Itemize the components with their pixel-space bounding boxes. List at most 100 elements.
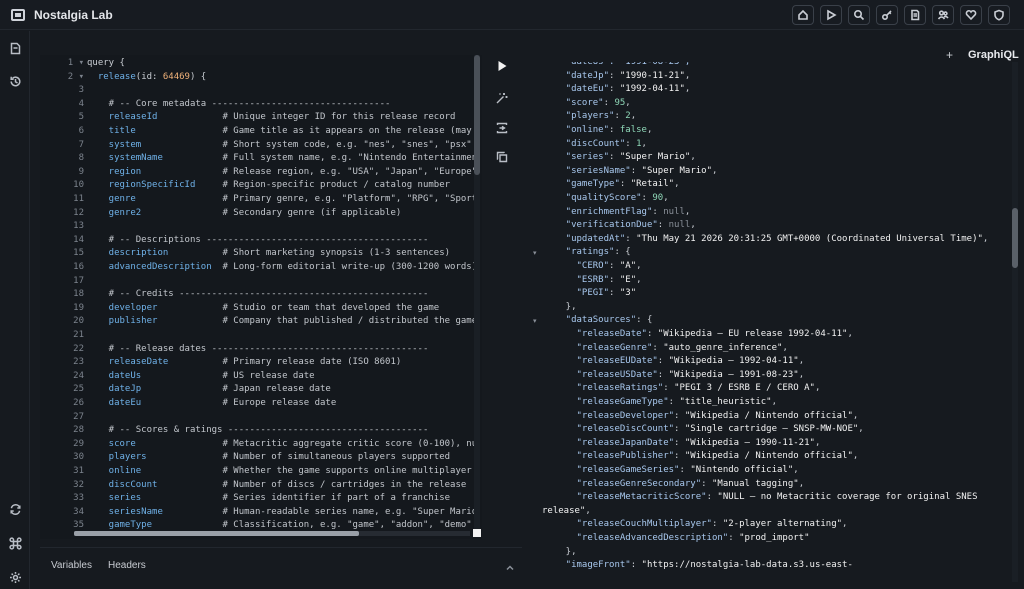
result-token: : [641,193,653,203]
result-token: false [619,125,647,135]
code-token: # Release region, e.g. "USA", "Japan", "… [222,166,478,177]
result-token: "title_heuristic" [679,397,772,407]
code-line[interactable]: genre # Primary genre, e.g. "Platform", … [87,193,477,207]
results-vertical-scrollbar[interactable] [1012,62,1018,582]
tab-headers[interactable]: Headers [108,560,146,571]
graphiql-logo-text: GraphiQL [968,49,1019,61]
line-number: 25 [73,384,84,395]
result-line: "CERO": "A", [544,260,642,274]
code-line[interactable]: developer # Studio or team that develope… [87,302,440,316]
code-line[interactable]: # -- Release dates ---------------------… [87,343,429,357]
code-line[interactable]: description # Short marketing synopsis (… [87,247,450,261]
result-token: "dateJp" [544,70,610,81]
code-line[interactable]: discCount # Number of discs / cartridges… [87,479,467,493]
code-line[interactable]: seriesName # Human-readable series name,… [87,506,477,520]
code-line[interactable]: # -- Scores & ratings ------------------… [87,424,429,438]
home-icon[interactable] [792,5,814,25]
copy-icon[interactable] [495,150,511,166]
heart-icon[interactable] [960,5,982,25]
result-token: : [652,342,664,353]
copy-to-clipboard-icon[interactable] [495,121,511,137]
play-icon[interactable] [820,5,842,25]
result-token: "Wikipedia — 1990-11-21" [684,437,815,448]
line-number: 4 [78,98,84,109]
editor-vertical-scroll-thumb[interactable] [474,55,480,175]
code-token: gameType [87,520,223,531]
line-number: 19 [73,302,84,313]
refresh-icon[interactable] [9,503,22,516]
line-number: 8 [78,153,84,164]
code-line[interactable]: systemName # Full system name, e.g. "Nin… [87,152,477,166]
result-token: "releasePublisher" [544,451,675,462]
result-line: "PEGI": "3" [544,287,637,301]
history-icon[interactable] [9,75,22,88]
result-token: "auto_genre_inference" [663,342,783,353]
line-number: 14 [73,234,84,245]
code-line[interactable]: # -- Credits ---------------------------… [87,288,429,302]
code-token: region [87,166,223,177]
play-icon[interactable] [495,59,511,75]
code-line[interactable]: advancedDescription # Long-form editoria… [87,261,477,275]
result-token: : [603,97,615,108]
tab-variables[interactable]: Variables [51,560,92,571]
result-token: , [690,220,696,231]
code-line[interactable]: dateUs # US release date [87,370,315,384]
result-token: "score" [544,97,604,108]
result-line: "releaseGameSeries": "Nintendo official"… [544,464,799,478]
fold-toggle-icon[interactable]: ▾ [533,317,537,325]
result-token: "releaseGameType" [544,397,669,407]
code-token: publisher [87,316,223,327]
code-line[interactable]: publisher # Company that published / dis… [87,315,477,329]
code-line[interactable]: title # Game title as it appears on the … [87,125,472,139]
code-token: players [87,452,223,463]
fold-toggle-icon[interactable]: ▾ [533,249,537,257]
code-line[interactable]: region # Release region, e.g. "USA", "Ja… [87,166,477,180]
code-line[interactable]: series # Series identifier if part of a … [87,492,450,506]
code-token: # Game title as it appears on the releas… [222,126,472,136]
code-line[interactable]: score # Metacritic aggregate critic scor… [87,438,477,452]
chevron-up-icon[interactable] [505,560,517,572]
code-line[interactable]: # -- Descriptions ----------------------… [87,234,429,248]
users-icon[interactable] [932,5,954,25]
shield-icon[interactable] [988,5,1010,25]
result-line: "series": "Super Mario", [544,151,696,165]
result-line: "qualityScore": 90, [544,192,669,206]
code-line[interactable]: system # Short system code, e.g. "nes", … [87,139,472,153]
result-line: "releaseGameType": "title_heuristic", [544,396,778,410]
settings-icon[interactable] [9,571,22,584]
code-line[interactable]: releaseDate # Primary release date (ISO … [87,356,402,370]
result-token: , [782,342,788,353]
code-line[interactable]: # -- Core metadata ---------------------… [87,98,391,112]
code-line[interactable]: release(id: 64469) { [87,71,206,85]
code-line[interactable]: online # Whether the game supports onlin… [87,465,472,479]
document-icon[interactable] [904,5,926,25]
code-line[interactable]: genre2 # Secondary genre (if applicable) [87,207,402,221]
code-line[interactable]: releaseId # Unique integer ID for this r… [87,111,456,125]
results-panel[interactable]: "dateUs": "1991-08-23", "dateJp": "1990-… [530,62,1010,589]
add-tab-button[interactable]: + [946,48,953,62]
result-line: "releaseRatings": "PEGI 3 / ESRB E / CER… [544,382,821,396]
code-line[interactable]: players # Number of simultaneous players… [87,451,450,465]
code-line[interactable]: query { [87,57,125,71]
code-line[interactable]: dateJp # Japan release date [87,383,331,397]
code-token: description [87,248,223,259]
result-token: : [657,220,669,231]
code-line[interactable]: regionSpecificId # Region-specific produ… [87,179,450,193]
result-token: : [668,397,680,407]
key-icon[interactable] [876,5,898,25]
editor-horizontal-scroll-thumb[interactable] [74,531,359,536]
result-token: : [609,288,620,299]
search-icon[interactable] [848,5,870,25]
code-line[interactable]: dateEu # Europe release date [87,397,337,411]
line-number: 17 [73,275,84,286]
code-token: # Primary release date (ISO 8601) [222,357,402,368]
query-editor[interactable]: 1 ▾ 2 ▾ 3 4 5 6 7 8 9 10 11 12 13 14 15 16… [40,55,482,539]
file-icon[interactable] [9,42,22,55]
magic-wand-icon[interactable] [495,91,511,107]
result-token: , [771,397,778,407]
code-token: # Long-form editorial write-up (300-1200… [222,262,478,272]
result-token: : [609,261,620,271]
results-vertical-scroll-thumb[interactable] [1012,208,1018,268]
command-icon[interactable] [9,537,22,550]
result-line: "releaseDiscCount": "Single cartridge — … [544,423,864,437]
